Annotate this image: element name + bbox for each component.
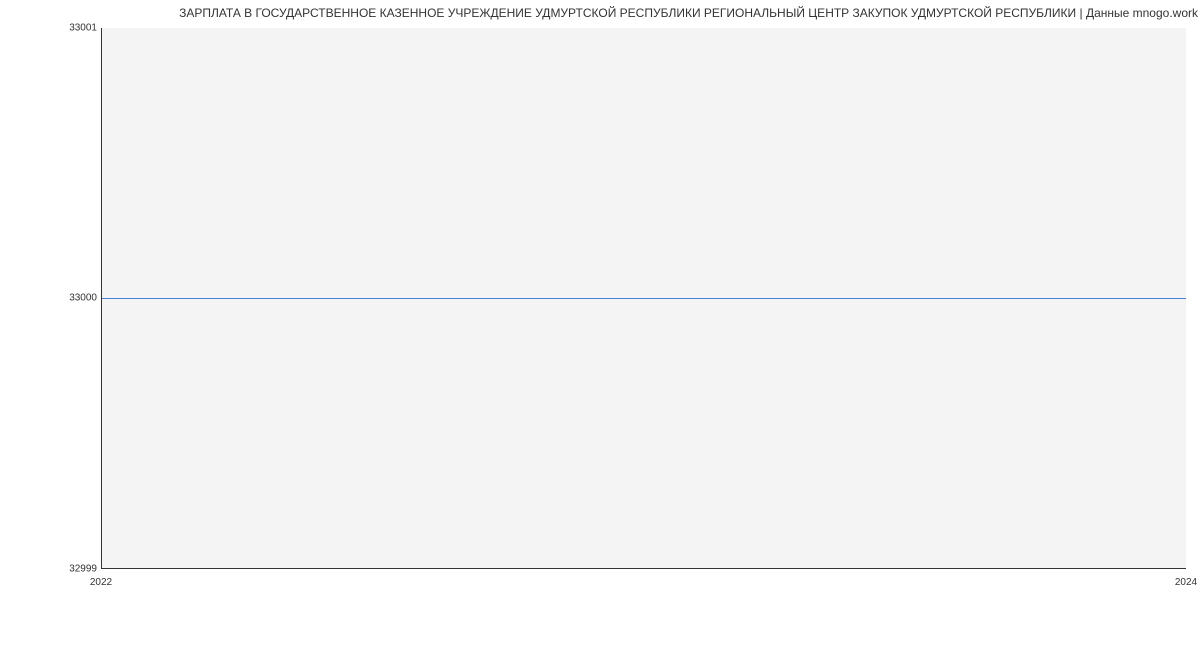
- y-axis-tick-label: 32999: [69, 564, 97, 575]
- x-axis-tick-label: 2022: [90, 577, 112, 588]
- chart-container: 32999 33000 33001 2022 2024: [0, 28, 1200, 588]
- plot-area: [101, 28, 1186, 569]
- y-axis-tick-label: 33000: [69, 293, 97, 304]
- data-series-line: [102, 298, 1186, 299]
- y-axis-tick-label: 33001: [69, 23, 97, 34]
- x-axis-tick-label: 2024: [1175, 577, 1197, 588]
- chart-title: ЗАРПЛАТА В ГОСУДАРСТВЕННОЕ КАЗЕННОЕ УЧРЕ…: [0, 6, 1200, 20]
